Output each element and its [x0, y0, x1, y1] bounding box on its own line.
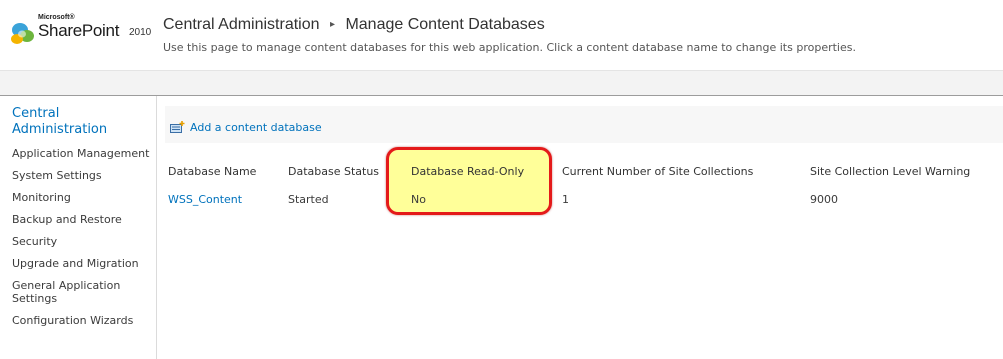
nav-item-configuration-wizards[interactable]: Configuration Wizards	[12, 314, 154, 327]
logo-product-text: SharePoint	[38, 21, 120, 40]
column-header-database-read-only[interactable]: Database Read-Only	[411, 165, 524, 178]
nav-item-upgrade-and-migration[interactable]: Upgrade and Migration	[12, 257, 154, 270]
database-read-only-cell: No	[411, 193, 426, 206]
column-header-site-collections[interactable]: Current Number of Site Collections	[562, 165, 753, 178]
add-database-icon[interactable]	[170, 121, 185, 133]
nav-item-application-management[interactable]: Application Management	[12, 147, 154, 160]
sharepoint-logo[interactable]: Microsoft® SharePoint 2010	[8, 14, 156, 54]
breadcrumb-root-link[interactable]: Central Administration	[163, 16, 320, 33]
page-header: Microsoft® SharePoint 2010 Central Admin…	[0, 0, 1003, 70]
column-header-site-collection-warning[interactable]: Site Collection Level Warning	[810, 165, 970, 178]
nav-item-monitoring[interactable]: Monitoring	[12, 191, 154, 204]
logo-microsoft-text: Microsoft®	[38, 14, 75, 21]
database-status-cell: Started	[288, 193, 329, 206]
toolbar: Add a content database	[165, 106, 1003, 143]
breadcrumb: Central Administration ▸ Manage Content …	[163, 16, 545, 34]
quick-launch-nav: Central Administration Application Manag…	[0, 96, 157, 359]
logo-year-text: 2010	[129, 27, 152, 38]
nav-item-general-application-settings[interactable]: General Application Settings	[12, 279, 132, 305]
page-description: Use this page to manage content database…	[163, 41, 856, 54]
nav-item-system-settings[interactable]: System Settings	[12, 169, 154, 182]
database-name-link[interactable]: WSS_Content	[168, 193, 242, 206]
ribbon-band	[0, 70, 1003, 96]
page-title: Manage Content Databases	[345, 16, 545, 33]
nav-item-security[interactable]: Security	[12, 235, 154, 248]
nav-item-backup-and-restore[interactable]: Backup and Restore	[12, 213, 154, 226]
column-header-database-name[interactable]: Database Name	[168, 165, 256, 178]
site-collections-count-cell: 1	[562, 193, 569, 206]
sharepoint-logo-icon	[11, 23, 34, 44]
main-content: Add a content database Database Name Dat…	[158, 96, 1003, 359]
site-collection-warning-cell: 9000	[810, 193, 838, 206]
column-header-database-status[interactable]: Database Status	[288, 165, 379, 178]
breadcrumb-separator-icon: ▸	[329, 19, 335, 30]
add-content-database-link[interactable]: Add a content database	[190, 121, 322, 134]
nav-home-link[interactable]: Central Administration	[12, 106, 132, 138]
